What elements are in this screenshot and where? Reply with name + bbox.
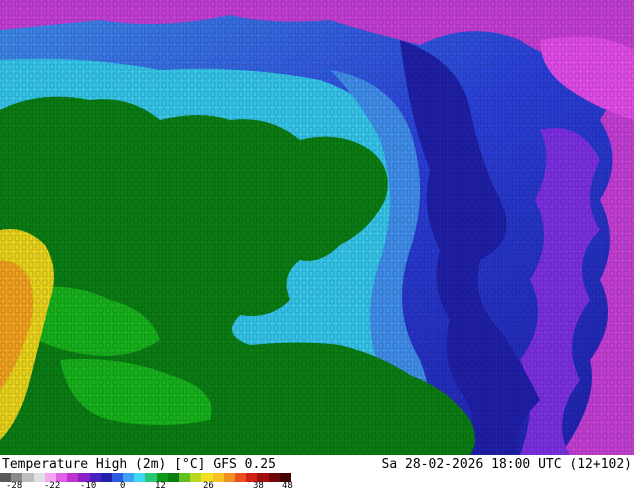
colorbar-segment	[167, 473, 179, 482]
colorbar-segment	[223, 473, 235, 482]
map-title: Temperature High (2m) [°C] GFS 0.25	[2, 457, 276, 472]
temperature-map[interactable]	[0, 0, 634, 455]
value-label-texture	[0, 0, 634, 455]
colorbar-segment	[100, 473, 112, 482]
colorbar-segment	[234, 473, 247, 482]
colorbar-segment	[22, 473, 34, 482]
map-canvas	[0, 0, 634, 455]
colorbar-segment	[134, 473, 146, 482]
colorbar-segment	[212, 473, 224, 482]
colorbar-segment	[179, 473, 191, 482]
map-footer: Temperature High (2m) [°C] GFS 0.25 Sa 2…	[0, 455, 634, 491]
colorbar-segment	[67, 473, 79, 482]
colorbar-segment	[268, 473, 280, 482]
map-datetime: Sa 28-02-2026 18:00 UTC (12+102)	[381, 457, 632, 472]
colorbar-segment	[190, 473, 202, 482]
